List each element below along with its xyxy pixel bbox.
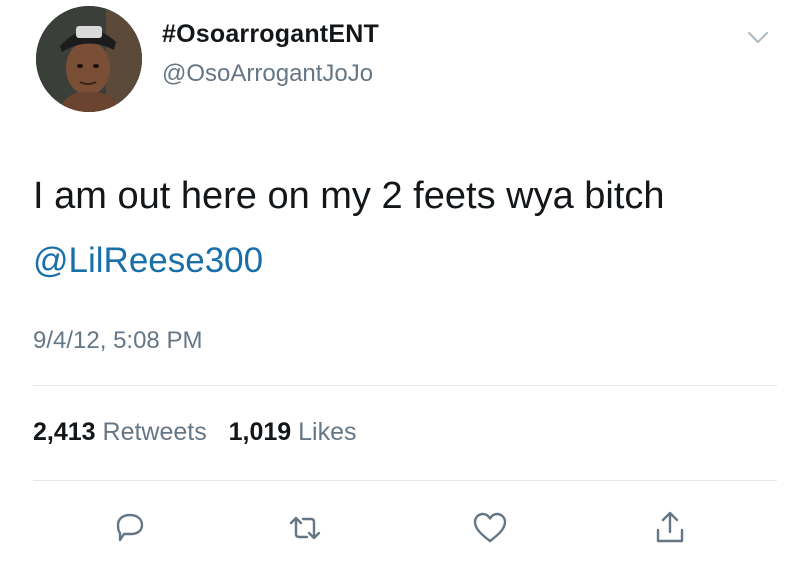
share-icon[interactable] bbox=[650, 508, 690, 548]
reply-icon[interactable] bbox=[110, 508, 150, 548]
tweet-card: #OsoarrogantENT @OsoArrogantJoJo I am ou… bbox=[0, 0, 803, 573]
retweets-count[interactable]: 2,413 bbox=[33, 418, 96, 446]
tweet-stats: 2,413 Retweets 1,019 Likes bbox=[33, 418, 357, 447]
likes-count[interactable]: 1,019 bbox=[229, 418, 292, 446]
heart-icon[interactable] bbox=[470, 508, 510, 548]
retweets-label[interactable]: Retweets bbox=[103, 418, 207, 446]
chevron-down-icon[interactable] bbox=[746, 30, 770, 46]
divider bbox=[33, 385, 777, 386]
tweet-timestamp[interactable]: 9/4/12, 5:08 PM bbox=[33, 327, 202, 355]
display-name[interactable]: #OsoarrogantENT bbox=[162, 20, 379, 49]
avatar[interactable] bbox=[36, 6, 142, 112]
tweet-text: I am out here on my 2 feets wya bitch bbox=[33, 175, 665, 217]
retweet-icon[interactable] bbox=[285, 508, 325, 548]
divider bbox=[33, 480, 777, 481]
mention-link[interactable]: @LilReese300 bbox=[33, 241, 263, 281]
likes-label[interactable]: Likes bbox=[298, 418, 356, 446]
user-handle[interactable]: @OsoArrogantJoJo bbox=[162, 60, 373, 88]
